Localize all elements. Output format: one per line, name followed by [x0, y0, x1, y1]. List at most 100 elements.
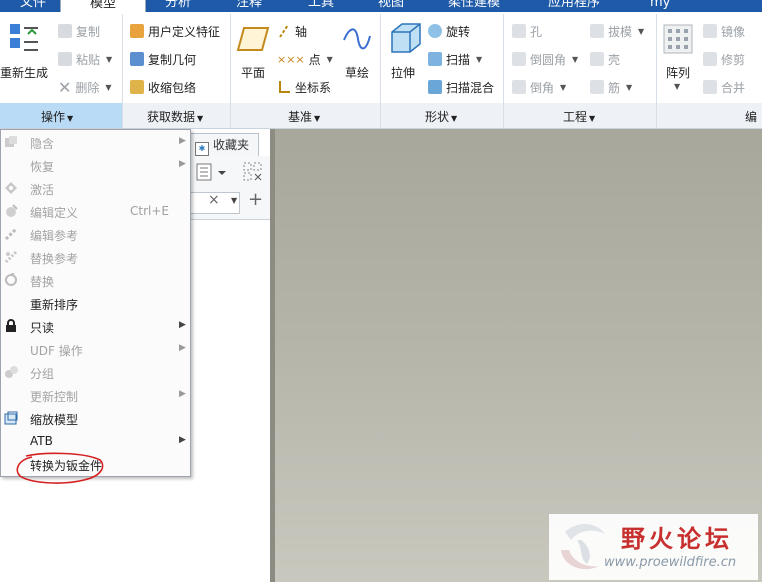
- menu-item-udf-operations[interactable]: UDF 操作 ▶: [1, 338, 190, 361]
- menu-item-resume[interactable]: 恢复 ▶: [1, 154, 190, 177]
- chamfer-button[interactable]: 倒角 ▼: [512, 78, 566, 96]
- chevron-down-icon: ▼: [638, 26, 645, 36]
- activate-icon: [5, 182, 17, 194]
- tab-favorites[interactable]: ✱ 收藏夹: [190, 133, 259, 156]
- tab-view[interactable]: 视图: [378, 0, 404, 12]
- extrude-button[interactable]: 拉伸: [391, 64, 415, 81]
- highlight-circle-annotation: [16, 452, 104, 484]
- watermark-url: www.proewildfire.cn: [604, 555, 737, 570]
- draft-button[interactable]: 拔模 ▼: [590, 22, 644, 40]
- hole-button[interactable]: 孔: [512, 22, 542, 40]
- mirror-button[interactable]: 镜像: [703, 22, 745, 40]
- copy-geometry-button[interactable]: 复制几何: [130, 50, 196, 68]
- chevron-down-icon: ▼: [476, 54, 483, 64]
- tab-flexible-modeling[interactable]: 柔性建模: [448, 0, 500, 12]
- menu-item-replace-references[interactable]: 替换参考: [1, 246, 190, 269]
- rib-button[interactable]: 筋 ▼: [590, 78, 632, 96]
- plane-icon: [236, 27, 270, 51]
- sweep-button[interactable]: 扫描 ▼: [428, 50, 482, 68]
- chevron-down-icon: ▼: [626, 82, 633, 92]
- swept-blend-button[interactable]: 扫描混合: [428, 78, 494, 96]
- tab-model[interactable]: 模型: [60, 0, 146, 12]
- tab-annotate[interactable]: 注释: [236, 0, 262, 12]
- sweep-icon: [428, 52, 442, 66]
- tab-applications[interactable]: 应用程序: [548, 0, 600, 12]
- merge-button[interactable]: 合并: [703, 78, 745, 96]
- tab-tools[interactable]: 工具: [308, 0, 334, 12]
- axis-icon: [279, 24, 289, 38]
- tab-analysis[interactable]: 分析: [165, 0, 191, 12]
- ribbon-tab-bar: 文件 模型 分析 注释 工具 视图 柔性建模 应用程序 my: [0, 0, 762, 12]
- scale-model-icon: [4, 411, 18, 425]
- udf-button[interactable]: 用户定义特征: [130, 22, 220, 40]
- csys-icon: [279, 81, 290, 93]
- menu-item-suppress[interactable]: 隐含 ▶: [1, 131, 190, 154]
- paste-button[interactable]: 粘贴 ▼: [58, 50, 112, 68]
- regenerate-icon: [10, 24, 38, 51]
- csys-button[interactable]: 坐标系: [277, 78, 331, 96]
- axis-button[interactable]: 轴: [277, 22, 307, 40]
- swept-blend-icon: [428, 80, 442, 94]
- chevron-down-icon: ▼: [105, 82, 112, 92]
- group-label-datum[interactable]: 基准 ▼: [288, 108, 320, 125]
- revolve-button[interactable]: 旋转: [428, 22, 470, 40]
- favorites-icon: ✱: [195, 142, 209, 156]
- submenu-arrow-icon: ▶: [179, 159, 186, 169]
- point-button[interactable]: ××× 点 ▼: [277, 50, 333, 68]
- tree-filter-icon[interactable]: [243, 162, 263, 182]
- draft-icon: [590, 24, 604, 38]
- watermark-title: 野火论坛: [621, 525, 733, 553]
- delete-button[interactable]: ✕ 删除 ▼: [58, 77, 112, 97]
- merge-icon: [703, 80, 717, 94]
- menu-item-activate[interactable]: 激活: [1, 177, 190, 200]
- menu-item-update-control[interactable]: 更新控制 ▶: [1, 384, 190, 407]
- tree-settings-icon[interactable]: [196, 163, 226, 181]
- group-label-shapes[interactable]: 形状 ▼: [425, 108, 457, 125]
- add-icon[interactable]: +: [248, 189, 263, 210]
- menu-item-edit-references[interactable]: 编辑参考: [1, 223, 190, 246]
- copy-button[interactable]: 复制: [58, 22, 100, 40]
- chevron-down-icon: ▼: [326, 54, 333, 64]
- pattern-icon: [663, 24, 693, 54]
- sketch-button[interactable]: 草绘: [345, 64, 369, 81]
- chevron-down-icon[interactable]: ▼: [231, 196, 237, 205]
- menu-item-group[interactable]: 分组: [1, 361, 190, 384]
- clear-search-icon[interactable]: ×: [208, 192, 220, 208]
- menu-item-reorder[interactable]: 重新排序: [1, 292, 190, 315]
- delete-x-icon: ✕: [58, 77, 72, 97]
- tab-my[interactable]: my: [650, 0, 670, 12]
- trim-button[interactable]: 修剪: [703, 50, 745, 68]
- group-label-editing[interactable]: 编: [745, 108, 757, 125]
- rib-icon: [590, 80, 604, 94]
- group-label-get-data[interactable]: 获取数据 ▼: [147, 108, 203, 125]
- submenu-arrow-icon: ▶: [179, 435, 186, 445]
- menu-item-read-only[interactable]: 只读 ▶: [1, 315, 190, 338]
- menu-item-replace[interactable]: 替换: [1, 269, 190, 292]
- chevron-down-icon[interactable]: ▼: [674, 82, 680, 91]
- group-icon: [5, 366, 18, 378]
- copy-icon: [58, 24, 72, 38]
- menu-item-scale-model[interactable]: 缩放模型: [1, 407, 190, 430]
- round-button[interactable]: 倒圆角 ▼: [512, 50, 578, 68]
- plane-button[interactable]: 平面: [241, 64, 265, 81]
- submenu-arrow-icon: ▶: [179, 343, 186, 353]
- trim-icon: [703, 52, 717, 66]
- chevron-down-icon: ▼: [572, 54, 579, 64]
- udf-icon: [130, 24, 144, 38]
- shell-icon: [590, 52, 604, 66]
- round-icon: [512, 52, 526, 66]
- group-separator: [230, 14, 231, 128]
- submenu-arrow-icon: ▶: [179, 389, 186, 399]
- copy-geometry-icon: [130, 52, 144, 66]
- context-menu: 隐含 ▶ 恢复 ▶ 激活 编辑定义 Ctrl+E 编辑参考 替换参考 替换 重新排序 …: [0, 129, 191, 477]
- menu-item-edit-definition[interactable]: 编辑定义 Ctrl+E: [1, 200, 190, 223]
- group-label-engineering[interactable]: 工程 ▼: [563, 108, 595, 125]
- shell-button[interactable]: 壳: [590, 50, 620, 68]
- chamfer-icon: [512, 80, 526, 94]
- tab-file[interactable]: 文件: [20, 0, 46, 12]
- pattern-button[interactable]: 阵列: [666, 64, 690, 81]
- shrinkwrap-button[interactable]: 收缩包络: [130, 78, 196, 96]
- group-label-operations[interactable]: 操作 ▼: [41, 108, 73, 125]
- regenerate-button[interactable]: 重新生成: [0, 64, 48, 81]
- extrude-icon: [391, 23, 421, 53]
